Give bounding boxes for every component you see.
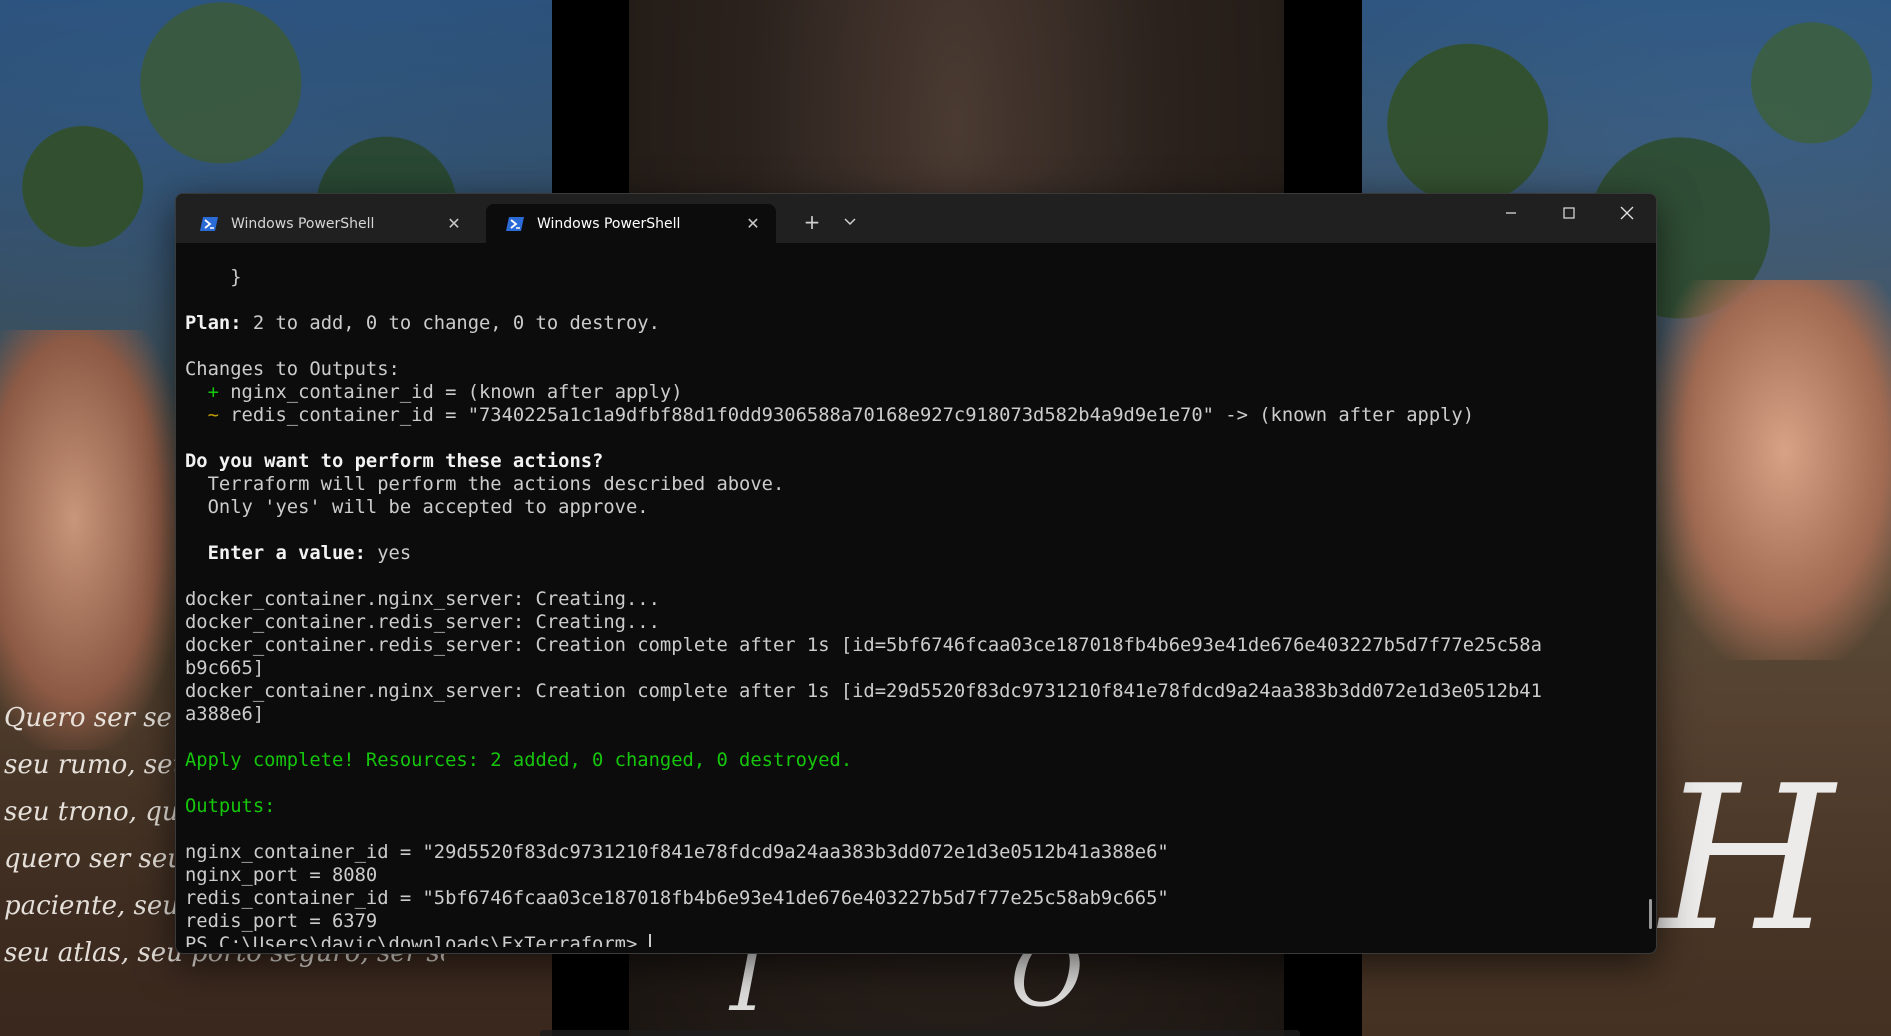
output-change-text: redis_container_id = "7340225a1c1a9dfbf8…	[218, 405, 1475, 426]
command-prompt-line[interactable]: PS C:\Users\davic\downloads\ExTerraform>	[185, 933, 1642, 947]
wallpaper-script-line: quero ser seu	[4, 844, 179, 874]
entered-value: yes	[365, 543, 412, 564]
output-line: docker_container.nginx_server: Creation …	[185, 681, 1542, 702]
output-line: }	[185, 267, 242, 288]
plus-icon: +	[803, 210, 821, 234]
chevron-down-icon	[844, 218, 856, 226]
terminal-output[interactable]: } Plan: 2 to add, 0 to change, 0 to destr…	[185, 243, 1642, 947]
enter-value-line: Enter a value: yes	[185, 542, 1642, 565]
desktop-wallpaper: Quero ser se seu rumo, seu a seu trono, …	[0, 0, 1891, 1036]
powershell-icon	[506, 216, 524, 231]
output-change-line: ~ redis_container_id = "7340225a1c1a9dfb…	[185, 404, 1642, 427]
tab-close-icon[interactable]: ✕	[439, 214, 469, 233]
windows-terminal-window[interactable]: Windows PowerShell ✕ Windows PowerShell …	[175, 193, 1657, 954]
plan-summary-line: Plan: 2 to add, 0 to change, 0 to destro…	[185, 312, 1642, 335]
output-line: a388e6]	[185, 704, 265, 725]
new-tab-button[interactable]: +	[794, 204, 830, 240]
command-prompt: PS C:\Users\davic\downloads\ExTerraform>	[185, 934, 649, 947]
tab-windows-powershell-2[interactable]: Windows PowerShell ✕	[486, 204, 776, 243]
close-icon	[1620, 206, 1634, 220]
output-line: docker_container.redis_server: Creation …	[185, 635, 1542, 656]
wallpaper-script-line: Quero ser se	[4, 703, 172, 733]
prompt-question: Do you want to perform these actions?	[185, 451, 604, 472]
tab-label: Windows PowerShell	[537, 215, 681, 232]
wallpaper-script-line: seu trono, que	[4, 797, 179, 827]
tab-close-icon[interactable]: ✕	[738, 214, 768, 233]
scrollbar-thumb[interactable]	[1649, 899, 1652, 929]
plan-label: Plan:	[185, 313, 242, 334]
minimize-button[interactable]	[1482, 194, 1540, 232]
wallpaper-script-line: seu rumo, seu a	[4, 750, 179, 780]
tab-windows-powershell-1[interactable]: Windows PowerShell ✕	[180, 204, 477, 243]
minimize-icon	[1506, 212, 1516, 214]
tab-label: Windows PowerShell	[231, 215, 375, 232]
maximize-icon	[1563, 207, 1575, 219]
output-line: Only 'yes' will be accepted to approve.	[185, 497, 649, 518]
wallpaper-portrait-right	[1655, 280, 1891, 660]
output-line: Changes to Outputs:	[185, 359, 400, 380]
wallpaper-script-line: paciente, seu d	[4, 891, 179, 921]
powershell-icon	[200, 216, 218, 231]
output-line: b9c665]	[185, 658, 265, 679]
maximize-button[interactable]	[1540, 194, 1598, 232]
change-symbol: ~	[207, 405, 219, 426]
taskbar-edge[interactable]	[540, 1030, 1300, 1036]
plan-summary: 2 to add, 0 to change, 0 to destroy.	[241, 313, 660, 334]
output-value-line: nginx_port = 8080	[185, 865, 378, 886]
output-line: Terraform will perform the actions descr…	[185, 474, 785, 495]
text-cursor	[648, 934, 651, 947]
output-line: docker_container.redis_server: Creating.…	[185, 612, 660, 633]
enter-value-label: Enter a value:	[185, 543, 366, 564]
output-value-line: nginx_container_id = "29d5520f83dc973121…	[185, 842, 1169, 863]
output-line: docker_container.nginx_server: Creating.…	[185, 589, 660, 610]
wallpaper-portrait-left	[0, 330, 185, 750]
output-value-line: redis_port = 6379	[185, 911, 378, 932]
close-button[interactable]	[1598, 194, 1656, 232]
apply-complete-line: Apply complete! Resources: 2 added, 0 ch…	[185, 750, 853, 771]
add-symbol: +	[207, 382, 219, 403]
wallpaper-monogram-h: H	[1660, 743, 1835, 976]
title-bar[interactable]: Windows PowerShell ✕ Windows PowerShell …	[176, 194, 1656, 243]
outputs-heading: Outputs:	[185, 796, 276, 817]
output-change-text: nginx_container_id = (known after apply)	[218, 382, 683, 403]
output-change-line: + nginx_container_id = (known after appl…	[185, 381, 1642, 404]
tab-dropdown-button[interactable]	[832, 204, 868, 240]
output-value-line: redis_container_id = "5bf6746fcaa03ce187…	[185, 888, 1169, 909]
